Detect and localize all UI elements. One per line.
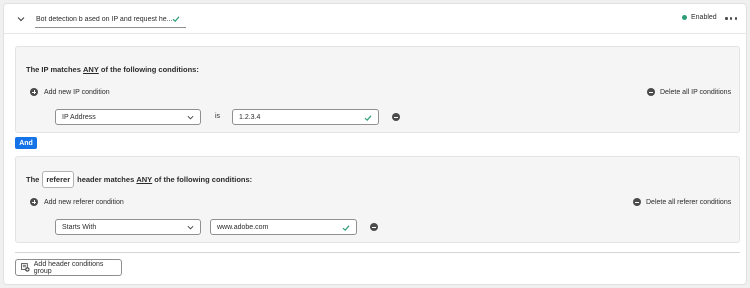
referer-operator-select[interactable]: Starts With	[55, 219, 201, 235]
more-horizontal-icon[interactable]	[725, 16, 737, 21]
add-ip-condition-button[interactable]: Add new IP condition	[30, 88, 110, 96]
chevron-down-icon[interactable]	[16, 14, 26, 24]
chevron-down-icon	[187, 225, 194, 230]
chevron-down-icon	[187, 115, 194, 120]
ip-conditions-group: The IP matches ANY of the following cond…	[15, 46, 740, 133]
remove-referer-condition-icon[interactable]	[370, 223, 378, 231]
remove-circle-icon	[647, 88, 655, 96]
status-text: Enabled	[691, 14, 717, 21]
ip-field-select[interactable]: IP Address	[55, 109, 201, 125]
ip-title-suffix: of the following conditions:	[100, 65, 199, 74]
ip-value-input[interactable]: 1.2.3.4	[232, 109, 379, 125]
ip-operator-label: is	[215, 113, 221, 120]
status-indicator: Enabled	[682, 14, 717, 21]
add-header-conditions-group-button[interactable]: Add header conditions group	[15, 259, 122, 276]
ip-title-prefix: The IP matches	[26, 65, 81, 74]
add-circle-icon	[30, 198, 38, 206]
checkmark-icon	[342, 225, 350, 232]
ip-group-title: The IP matches ANY of the following cond…	[26, 65, 199, 74]
referer-title-prefix: The	[26, 175, 40, 184]
ip-value-text: 1.2.3.4	[239, 113, 261, 121]
add-referer-condition-button[interactable]: Add new referer condition	[30, 198, 124, 206]
header-name-pill[interactable]: referer	[42, 171, 75, 188]
delete-all-referer-conditions-button[interactable]: Delete all referer conditions	[633, 198, 731, 206]
referer-value-text: www.adobe.com	[217, 223, 269, 231]
add-circle-icon	[30, 88, 38, 96]
referer-group-title: The referer header matches ANY of the fo…	[26, 171, 252, 188]
rule-name-text: Bot detection b ased on IP and request h…	[36, 15, 173, 23]
ip-field-value: IP Address	[62, 113, 96, 121]
ip-title-keyword: ANY	[82, 65, 99, 74]
referer-title-suffix: of the following conditions:	[154, 175, 253, 184]
and-connector-button[interactable]: And	[15, 137, 37, 149]
status-dot	[682, 15, 687, 20]
remove-circle-icon	[633, 198, 641, 206]
add-group-icon	[21, 263, 30, 272]
divider	[15, 252, 740, 253]
delete-all-referer-label: Delete all referer conditions	[646, 198, 732, 206]
delete-all-ip-conditions-button[interactable]: Delete all IP conditions	[647, 88, 731, 96]
referer-conditions-group: The referer header matches ANY of the fo…	[15, 156, 740, 243]
remove-ip-condition-icon[interactable]	[392, 113, 400, 121]
referer-title-keyword: ANY	[136, 175, 153, 184]
rule-name-field[interactable]: Bot detection b ased on IP and request h…	[35, 11, 186, 28]
add-ip-condition-label: Add new IP condition	[44, 88, 110, 96]
delete-all-ip-label: Delete all IP conditions	[660, 88, 732, 96]
referer-value-input[interactable]: www.adobe.com	[210, 219, 357, 235]
add-referer-condition-label: Add new referer condition	[44, 198, 124, 206]
rule-header: Bot detection b ased on IP and request h…	[4, 4, 746, 34]
add-group-label: Add header conditions group	[33, 260, 104, 275]
checkmark-icon	[364, 115, 372, 122]
referer-operator-value: Starts With	[62, 223, 97, 231]
referer-title-middle: header matches	[77, 175, 135, 184]
rule-card: Bot detection b ased on IP and request h…	[3, 3, 747, 285]
checkmark-icon	[172, 16, 180, 23]
